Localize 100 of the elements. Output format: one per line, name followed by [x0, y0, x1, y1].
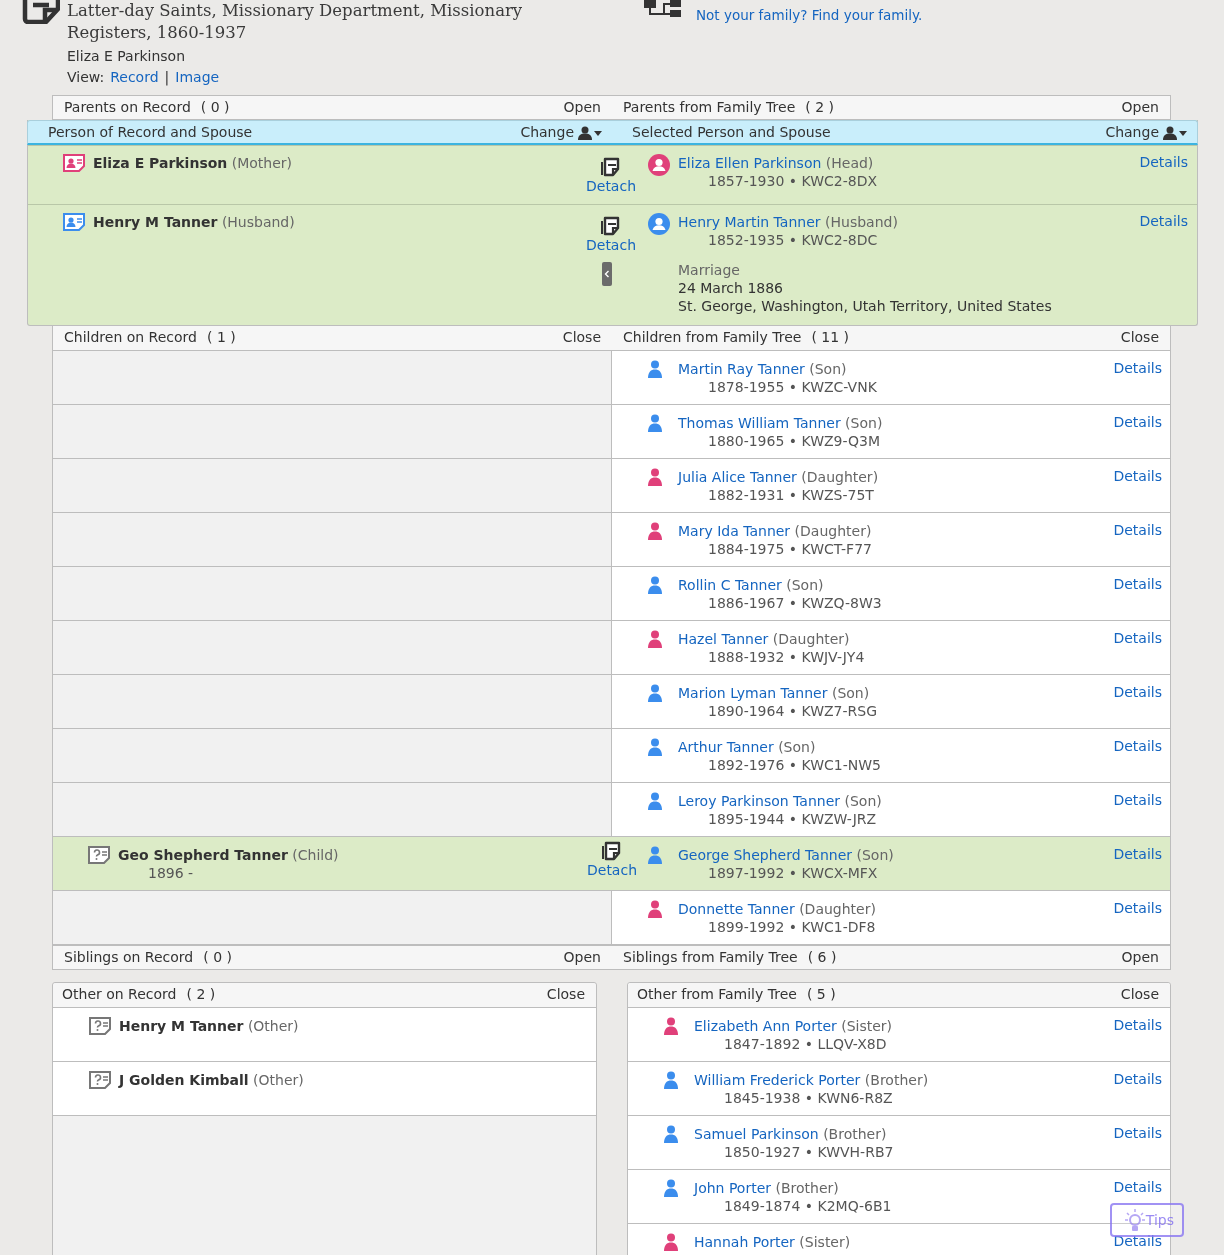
- life-details: 1884-1975 • KWCT-F77: [707, 540, 873, 558]
- detach-link[interactable]: Detach: [587, 862, 638, 878]
- relationship-label: (Daughter): [772, 631, 850, 647]
- person-link[interactable]: Hazel Tanner: [678, 631, 769, 647]
- person-link[interactable]: Martin Ray Tanner: [678, 361, 805, 377]
- details-link[interactable]: Details: [1113, 738, 1162, 754]
- person-card-icon: [63, 154, 85, 172]
- person-icon: [648, 684, 662, 702]
- change-button[interactable]: Change: [1105, 121, 1187, 144]
- details-link[interactable]: Details: [1113, 792, 1162, 808]
- toggle-link[interactable]: Open: [1121, 946, 1159, 969]
- count-label: ( 2 ): [186, 985, 216, 1004]
- details-link[interactable]: Details: [1113, 1179, 1162, 1195]
- relationship-label: (Daughter): [794, 523, 872, 539]
- person-link[interactable]: Thomas William Tanner: [678, 415, 841, 431]
- details-link[interactable]: Details: [1113, 630, 1162, 646]
- toggle-link[interactable]: Close: [546, 983, 585, 1007]
- record-title: Latter-day Saints, Missionary Department, Missionary Registers, 1860-1937: [67, 0, 524, 44]
- life-details: 1896 -: [147, 864, 195, 882]
- person-link[interactable]: Leroy Parkinson Tanner: [678, 793, 841, 809]
- person-link[interactable]: William Frederick Porter: [694, 1072, 861, 1088]
- person-icon: [648, 792, 662, 810]
- person-circle-icon: [648, 213, 670, 235]
- relationship-label: (Daughter): [801, 469, 879, 485]
- person-menu-icon: [578, 125, 602, 140]
- relationship-label: (Son): [845, 415, 883, 431]
- record-name: Geo Shepherd Tanner: [118, 847, 288, 863]
- count-label: ( 11 ): [811, 328, 850, 347]
- lightbulb-icon: [1124, 1208, 1146, 1234]
- details-link[interactable]: Details: [1113, 684, 1162, 700]
- details-link[interactable]: Details: [1113, 1071, 1162, 1087]
- person-link[interactable]: Hannah Porter: [694, 1234, 795, 1250]
- detach-link[interactable]: Detach: [586, 237, 637, 253]
- relationship-label: (Son): [831, 685, 870, 701]
- section-title: Selected Person and Spouse: [632, 123, 831, 142]
- person-link[interactable]: Arthur Tanner: [678, 739, 774, 755]
- details-link[interactable]: Details: [1139, 154, 1188, 170]
- count-label: ( 6 ): [807, 948, 837, 967]
- relationship-label: (Child): [292, 847, 339, 863]
- question-card-icon: [89, 1017, 111, 1035]
- details-link[interactable]: Details: [1113, 468, 1162, 484]
- find-family-link[interactable]: Not your family? Find your family.: [696, 7, 923, 23]
- details-link[interactable]: Details: [1113, 900, 1162, 916]
- details-link[interactable]: Details: [1139, 213, 1188, 229]
- document-icon: [22, 0, 60, 24]
- section-title: Person of Record and Spouse: [48, 123, 253, 142]
- section-title: Children on Record: [64, 328, 197, 347]
- details-link[interactable]: Details: [1113, 1125, 1162, 1141]
- details-link[interactable]: Details: [1113, 846, 1162, 862]
- life-details: 1849-1874 • K2MQ-6B1: [723, 1197, 893, 1215]
- relationship-label: (Sister): [841, 1018, 893, 1034]
- section-title: Siblings from Family Tree: [623, 948, 798, 967]
- toggle-link[interactable]: Open: [563, 946, 601, 969]
- person-link[interactable]: Julia Alice Tanner: [678, 469, 797, 485]
- details-link[interactable]: Details: [1113, 522, 1162, 538]
- toggle-link[interactable]: Open: [563, 96, 601, 119]
- person-link[interactable]: Eliza Ellen Parkinson: [678, 155, 822, 171]
- life-details: 1899-1992 • KWC1-DF8: [707, 918, 877, 936]
- person-link[interactable]: Elizabeth Ann Porter: [694, 1018, 837, 1034]
- life-details: 1895-1944 • KWZW-JRZ: [707, 810, 878, 828]
- view-link[interactable]: Record: [110, 66, 159, 88]
- toggle-link[interactable]: Close: [1120, 983, 1159, 1007]
- person-icon: [648, 414, 662, 432]
- relationship-label: (Sister): [799, 1234, 851, 1250]
- toggle-link[interactable]: Open: [1121, 96, 1159, 119]
- relationship-label: (Son): [809, 361, 847, 377]
- change-button[interactable]: Change: [520, 121, 602, 144]
- person-icon: [648, 522, 662, 540]
- view-link[interactable]: Image: [175, 66, 220, 88]
- detach-link[interactable]: Detach: [586, 178, 637, 194]
- person-link[interactable]: Donnette Tanner: [678, 901, 795, 917]
- person-link[interactable]: Henry Martin Tanner: [678, 214, 821, 230]
- toggle-link[interactable]: Close: [562, 326, 601, 350]
- details-link[interactable]: Details: [1113, 1017, 1162, 1033]
- life-details: 1892-1976 • KWC1-NW5: [707, 756, 882, 774]
- details-link[interactable]: Details: [1113, 360, 1162, 376]
- document-icon: [602, 841, 622, 861]
- person-link[interactable]: George Shepherd Tanner: [678, 847, 852, 863]
- person-link[interactable]: Samuel Parkinson: [694, 1126, 819, 1142]
- toggle-link[interactable]: Close: [1120, 326, 1159, 350]
- relationship-label: (Mother): [231, 155, 293, 171]
- life-details: 1897-1992 • KWCX-MFX: [707, 864, 879, 882]
- separator: |: [164, 68, 170, 88]
- person-link[interactable]: Rollin C Tanner: [678, 577, 782, 593]
- person-circle-icon: [648, 154, 670, 176]
- person-link[interactable]: John Porter: [694, 1180, 771, 1196]
- relationship-label: (Son): [844, 793, 882, 809]
- relationship-label: (Other): [253, 1072, 304, 1088]
- section-title: Other on Record: [62, 985, 177, 1004]
- life-details: 1857-1930 • KWC2-8DX: [707, 172, 878, 190]
- view-label: View:: [67, 68, 105, 87]
- details-link[interactable]: Details: [1113, 414, 1162, 430]
- person-link[interactable]: Marion Lyman Tanner: [678, 685, 828, 701]
- details-link[interactable]: Details: [1113, 576, 1162, 592]
- section-title: Parents from Family Tree: [623, 98, 796, 117]
- section-title: Children from Family Tree: [623, 328, 802, 347]
- collapse-handle[interactable]: [602, 262, 612, 286]
- person-icon: [664, 1071, 678, 1089]
- life-details: 1886-1967 • KWZQ-8W3: [707, 594, 883, 612]
- person-link[interactable]: Mary Ida Tanner: [678, 523, 791, 539]
